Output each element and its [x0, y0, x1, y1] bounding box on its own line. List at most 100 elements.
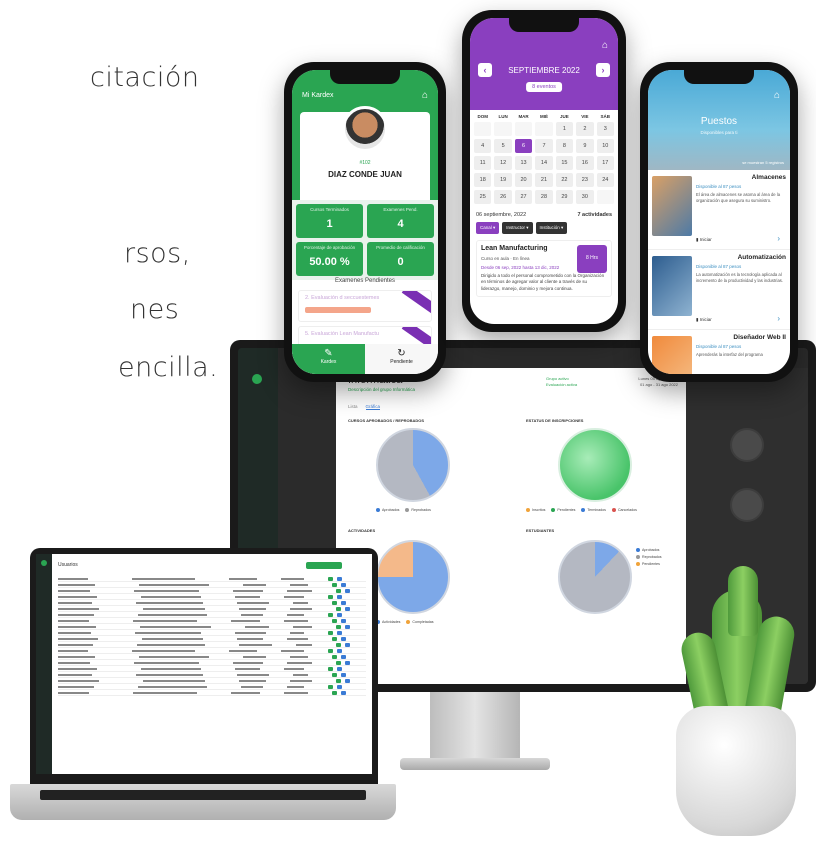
status-toggle[interactable] [328, 684, 333, 689]
calendar-day[interactable]: 11 [474, 156, 492, 170]
calendar-day[interactable]: 10 [596, 139, 614, 153]
calendar-day[interactable]: 3 [596, 122, 614, 136]
chevron-right-icon[interactable]: › [777, 234, 780, 243]
table-cell [58, 649, 88, 652]
edit-icon[interactable] [345, 660, 350, 665]
status-toggle[interactable] [336, 606, 341, 611]
calendar-day[interactable]: 5 [494, 139, 512, 153]
home-icon[interactable]: ⌂ [422, 90, 428, 101]
calendar-day[interactable]: 7 [535, 139, 553, 153]
bottom-tabs: ✎ Kardex ↻ Pendiente [292, 344, 438, 374]
status-toggle[interactable] [332, 618, 337, 623]
next-month-button[interactable]: › [596, 63, 610, 77]
event-hours-badge[interactable]: 8 Hrs [577, 245, 607, 273]
exam-item[interactable]: 2. Evaluación d seccuestemes [298, 290, 432, 322]
edit-icon[interactable] [341, 672, 346, 677]
calendar-day[interactable]: 19 [494, 173, 512, 187]
edit-icon[interactable] [341, 582, 346, 587]
edit-icon[interactable] [337, 630, 342, 635]
edit-icon[interactable] [341, 618, 346, 623]
edit-icon[interactable] [341, 636, 346, 641]
edit-icon[interactable] [341, 654, 346, 659]
filter-instructor[interactable]: Instructor ▾ [502, 222, 533, 234]
status-toggle[interactable] [336, 678, 341, 683]
stat-label: Cursos Terminados [310, 207, 349, 212]
laptop-logo-icon[interactable] [41, 560, 47, 566]
table-cell [290, 583, 308, 586]
calendar-day[interactable]: 27 [514, 190, 533, 204]
calendar-day[interactable]: 20 [514, 173, 533, 187]
calendar-day[interactable]: 14 [535, 156, 553, 170]
edit-icon[interactable] [345, 606, 350, 611]
calendar-day[interactable]: 1 [555, 122, 574, 136]
table-row[interactable] [58, 690, 366, 696]
chevron-right-icon[interactable]: › [777, 314, 780, 323]
calendar-day[interactable]: 17 [596, 156, 614, 170]
status-toggle[interactable] [336, 642, 341, 647]
edit-icon[interactable] [341, 690, 346, 695]
status-toggle[interactable] [332, 582, 337, 587]
laptop-add-button[interactable] [306, 562, 342, 569]
edit-icon[interactable] [345, 678, 350, 683]
calendar-day[interactable]: 16 [576, 156, 594, 170]
edit-icon[interactable] [345, 624, 350, 629]
calendar-day[interactable]: 26 [494, 190, 512, 204]
edit-icon[interactable] [337, 684, 342, 689]
calendar-day[interactable]: 12 [494, 156, 512, 170]
calendar-day[interactable]: 24 [596, 173, 614, 187]
table-cell [58, 601, 92, 604]
edit-icon[interactable] [337, 666, 342, 671]
job-start-button[interactable]: ▮ Iniciar [696, 317, 712, 323]
sidebar-logo-icon[interactable] [252, 374, 262, 384]
status-toggle[interactable] [328, 630, 333, 635]
tab-kardex[interactable]: ✎ Kardex [292, 344, 365, 374]
calendar-day[interactable]: 4 [474, 139, 492, 153]
status-toggle[interactable] [336, 624, 341, 629]
job-card[interactable]: Diseñador Web II Disponible al 87 pesos … [648, 330, 790, 374]
calendar-day[interactable]: 23 [576, 173, 594, 187]
calendar-day[interactable]: 28 [535, 190, 553, 204]
calendar-day[interactable]: 8 [555, 139, 574, 153]
calendar-day[interactable]: 9 [576, 139, 594, 153]
calendar-day[interactable]: 22 [555, 173, 574, 187]
filter-canal[interactable]: Canal ▾ [476, 222, 500, 234]
calendar-day[interactable]: 25 [474, 190, 492, 204]
tab-pendiente[interactable]: ↻ Pendiente [365, 344, 438, 374]
status-toggle[interactable] [332, 654, 337, 659]
status-toggle[interactable] [328, 594, 333, 599]
status-toggle[interactable] [328, 666, 333, 671]
calendar-day[interactable]: 2 [576, 122, 594, 136]
edit-icon[interactable] [337, 648, 342, 653]
status-toggle[interactable] [332, 600, 337, 605]
job-card[interactable]: Automatización Disponible al 87 pesos La… [648, 250, 790, 330]
edit-icon[interactable] [337, 576, 342, 581]
edit-icon[interactable] [337, 612, 342, 617]
calendar-day[interactable]: 30 [576, 190, 594, 204]
job-card[interactable]: Almacenes Disponible al 87 pesos El área… [648, 170, 790, 250]
status-toggle[interactable] [332, 636, 337, 641]
edit-icon[interactable] [341, 600, 346, 605]
event-card[interactable]: Lean Manufacturing 8 Hrs Curso en aula ·… [476, 240, 612, 297]
edit-icon[interactable] [345, 588, 350, 593]
calendar-day[interactable]: 29 [555, 190, 574, 204]
job-start-button[interactable]: ▮ Iniciar [696, 237, 712, 243]
calendar-day[interactable]: 15 [555, 156, 574, 170]
tab-grafica[interactable]: Gráfica [365, 404, 381, 410]
filter-institucion[interactable]: Institución ▾ [535, 222, 568, 234]
calendar-day[interactable]: 13 [514, 156, 533, 170]
status-toggle[interactable] [336, 588, 341, 593]
status-toggle[interactable] [328, 612, 333, 617]
home-icon[interactable]: ⌂ [774, 90, 780, 101]
calendar-day[interactable]: 21 [535, 173, 553, 187]
status-toggle[interactable] [332, 690, 337, 695]
tab-lista[interactable]: Lista [348, 404, 358, 410]
status-toggle[interactable] [328, 648, 333, 653]
calendar-day[interactable]: 6 [514, 139, 533, 153]
edit-icon[interactable] [337, 594, 342, 599]
edit-icon[interactable] [345, 642, 350, 647]
status-toggle[interactable] [336, 660, 341, 665]
status-toggle[interactable] [332, 672, 337, 677]
status-toggle[interactable] [328, 576, 333, 581]
home-icon[interactable]: ⌂ [602, 40, 608, 51]
calendar-day[interactable]: 18 [474, 173, 492, 187]
